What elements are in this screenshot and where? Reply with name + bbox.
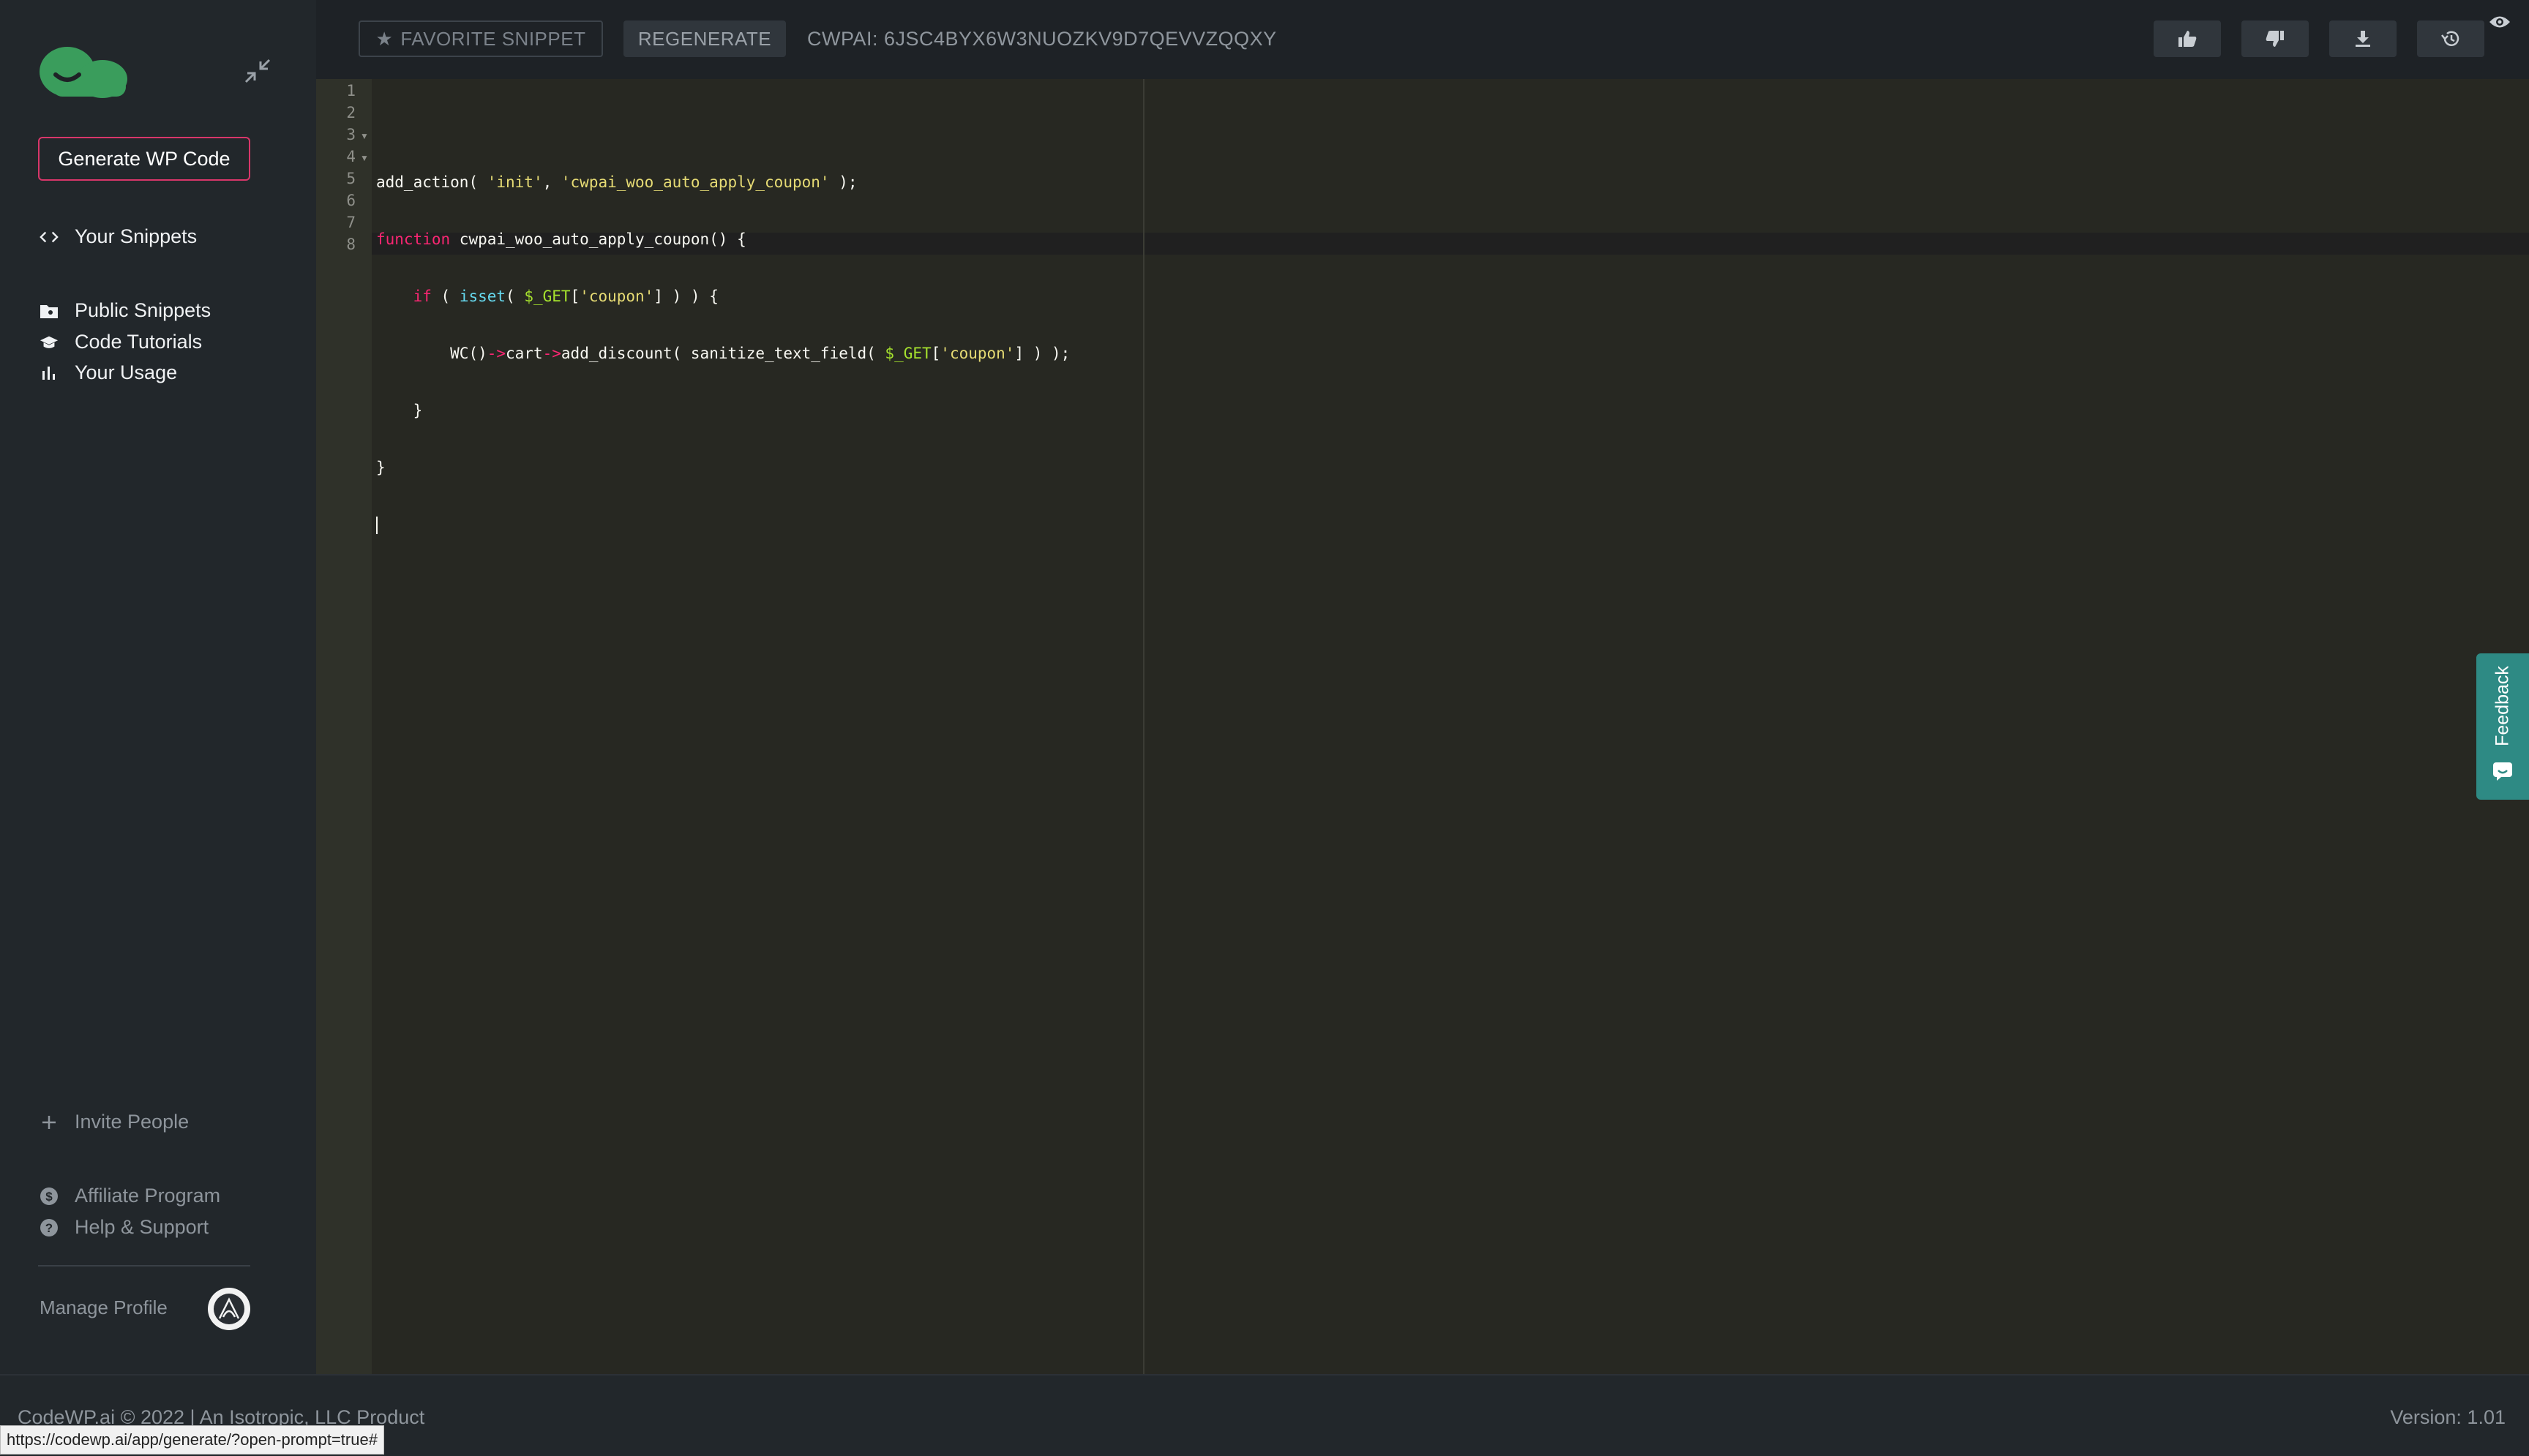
nav-public-snippets-label: Public Snippets <box>75 299 211 321</box>
fold-arrow-icon[interactable]: ▼ <box>360 131 369 141</box>
print-margin <box>1143 79 1144 1374</box>
code-line: } <box>376 459 386 476</box>
favorite-snippet-button[interactable]: ★ FAVORITE SNIPPET <box>359 20 603 57</box>
help-support-label: Help & Support <box>75 1216 209 1238</box>
plus-icon <box>40 1113 59 1132</box>
invite-people-label: Invite People <box>75 1111 190 1133</box>
star-icon: ★ <box>375 27 394 50</box>
feedback-label: Feedback <box>2492 666 2513 746</box>
nav-public-snippets[interactable]: Public Snippets <box>40 299 211 322</box>
collapse-sidebar-button[interactable] <box>240 56 275 86</box>
svg-text:?: ? <box>45 1221 53 1235</box>
thumbs-up-button[interactable] <box>2154 20 2221 57</box>
code-line: function cwpai_woo_auto_apply_coupon() { <box>376 230 746 248</box>
code-line: add_action( 'init', 'cwpai_woo_auto_appl… <box>376 173 858 191</box>
line-number: 7 <box>346 214 356 231</box>
eye-icon <box>2489 16 2510 28</box>
favorite-snippet-label: FAVORITE SNIPPET <box>400 27 586 50</box>
code-content[interactable]: add_action( 'init', 'cwpai_woo_auto_appl… <box>376 79 1070 571</box>
line-number-gutter: 1 2 3 ▼ 4 ▼ 5 6 7 8 <box>316 79 372 1374</box>
chat-face-icon <box>2493 762 2512 781</box>
thumbs-down-button[interactable] <box>2241 20 2309 57</box>
collapse-icon <box>244 59 271 83</box>
avatar[interactable] <box>208 1288 250 1330</box>
snippet-id: CWPAI: 6JSC4BYX6W3NUOZKV9D7QEVVZQQXY <box>807 28 1277 50</box>
generate-wp-code-button[interactable]: Generate WP Code <box>38 137 250 181</box>
bar-chart-icon <box>40 364 59 383</box>
code-icon <box>40 228 59 247</box>
graduation-cap-icon <box>40 333 59 352</box>
line-number: 4 <box>346 148 356 165</box>
text-cursor <box>376 517 378 534</box>
line-number: 6 <box>346 192 356 209</box>
nav-code-tutorials[interactable]: Code Tutorials <box>40 331 202 353</box>
affiliate-program-link[interactable]: $ Affiliate Program <box>40 1185 220 1207</box>
svg-text:$: $ <box>45 1190 53 1204</box>
line-number: 2 <box>346 104 356 121</box>
fold-arrow-icon[interactable]: ▼ <box>360 153 369 163</box>
line-number: 5 <box>346 170 356 187</box>
history-button[interactable] <box>2417 20 2484 57</box>
folder-icon <box>40 301 59 320</box>
editor-toolbar: ★ FAVORITE SNIPPET REGENERATE CWPAI: 6JS… <box>316 0 2529 79</box>
feedback-tab[interactable]: Feedback <box>2476 653 2529 800</box>
code-line: if ( isset( $_GET['coupon'] ) ) { <box>413 288 719 305</box>
help-support-link[interactable]: ? Help & Support <box>40 1216 209 1239</box>
history-icon <box>2441 31 2459 46</box>
code-line: WC()->cart->add_discount( sanitize_text_… <box>450 345 1071 362</box>
code-line <box>376 514 1070 536</box>
preview-toggle-button[interactable] <box>2485 7 2514 37</box>
invite-people-link[interactable]: Invite People <box>40 1111 189 1133</box>
dollar-icon: $ <box>40 1187 59 1206</box>
codewp-logo[interactable] <box>38 41 127 98</box>
avatar-logo-icon <box>214 1294 244 1324</box>
code-editor[interactable]: 1 2 3 ▼ 4 ▼ 5 6 7 8 add_action( 'init', … <box>316 79 2529 1374</box>
browser-status-url: https://codewp.ai/app/generate/?open-pro… <box>0 1425 384 1455</box>
nav-your-usage[interactable]: Your Usage <box>40 361 177 384</box>
download-button[interactable] <box>2329 20 2397 57</box>
line-number: 8 <box>346 236 356 253</box>
sidebar-divider <box>38 1265 250 1267</box>
line-number: 3 <box>346 126 356 143</box>
manage-profile-link[interactable]: Manage Profile <box>40 1296 168 1319</box>
regenerate-button[interactable]: REGENERATE <box>623 20 786 57</box>
download-icon <box>2356 31 2370 47</box>
line-number: 1 <box>346 82 356 100</box>
nav-code-tutorials-label: Code Tutorials <box>75 331 203 353</box>
nav-your-usage-label: Your Usage <box>75 361 178 383</box>
thumbs-up-icon <box>2178 31 2197 47</box>
code-line: } <box>376 402 423 419</box>
sidebar: Generate WP Code Your Snippets Public Sn… <box>0 0 316 1374</box>
help-icon: ? <box>40 1218 59 1237</box>
thumbs-down-icon <box>2266 31 2284 47</box>
nav-your-snippets[interactable]: Your Snippets <box>40 225 197 248</box>
affiliate-program-label: Affiliate Program <box>75 1185 221 1207</box>
nav-your-snippets-label: Your Snippets <box>75 225 198 247</box>
version-text: Version: 1.01 <box>2390 1406 2506 1428</box>
